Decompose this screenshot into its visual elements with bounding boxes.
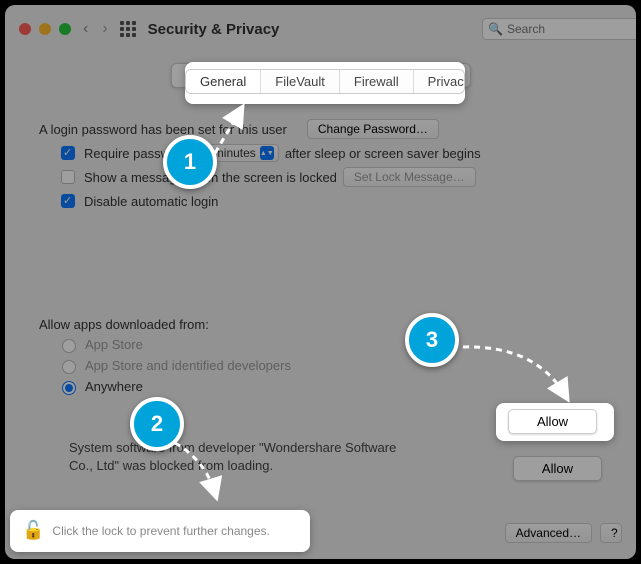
allow-apps-section: Allow apps downloaded from: App Store Ap… — [39, 313, 602, 399]
zoom-window-icon[interactable] — [59, 23, 71, 35]
allow-identified-label: App Store and identified developers — [85, 358, 291, 373]
show-message-checkbox[interactable] — [61, 170, 75, 184]
general-content: A login password has been set for this u… — [39, 115, 602, 215]
toolbar: ‹ › Security & Privacy 🔍 — [5, 5, 636, 53]
search-icon: 🔍 — [488, 22, 503, 36]
nav-buttons: ‹ › — [83, 20, 108, 38]
select-arrows-icon: ▲▼ — [260, 146, 274, 160]
search-input[interactable] — [482, 18, 636, 40]
tab-filevault-hl[interactable]: FileVault — [261, 70, 340, 93]
preferences-window: ‹ › Security & Privacy 🔍 General FileVau… — [5, 5, 636, 559]
forward-icon[interactable]: › — [102, 20, 107, 38]
lock-text-hl: Click the lock to prevent further change… — [52, 524, 269, 538]
window-controls — [19, 23, 71, 35]
require-password-label-post: after sleep or screen saver begins — [285, 146, 481, 161]
allow-identified-radio[interactable] — [62, 360, 76, 374]
blocked-software-text: System software from developer "Wondersh… — [69, 439, 409, 475]
change-password-button[interactable]: Change Password… — [307, 119, 439, 139]
tab-general-hl[interactable]: General — [186, 70, 261, 93]
back-icon[interactable]: ‹ — [83, 20, 88, 38]
close-window-icon[interactable] — [19, 23, 31, 35]
pane-title: Security & Privacy — [148, 21, 470, 38]
step-badge-3: 3 — [405, 313, 459, 367]
highlight-allow: Allow — [496, 403, 614, 441]
allow-appstore-radio[interactable] — [62, 339, 76, 353]
require-password-checkbox[interactable] — [61, 146, 75, 160]
allow-apps-heading: Allow apps downloaded from: — [39, 317, 209, 332]
allow-anywhere-label: Anywhere — [85, 379, 143, 394]
allow-button-hl[interactable]: Allow — [508, 409, 597, 434]
lock-icon-hl: 🔓 — [22, 520, 44, 541]
allow-anywhere-radio[interactable] — [62, 381, 76, 395]
advanced-button[interactable]: Advanced… — [505, 523, 592, 543]
tab-privacy-hl[interactable]: Privacy — [414, 70, 465, 93]
allow-appstore-label: App Store — [85, 337, 143, 352]
login-password-text: A login password has been set for this u… — [39, 122, 287, 137]
search-field-wrap: 🔍 — [482, 18, 622, 40]
minimize-window-icon[interactable] — [39, 23, 51, 35]
set-lock-message-button[interactable]: Set Lock Message… — [343, 167, 476, 187]
show-all-icon[interactable] — [120, 21, 136, 37]
help-button[interactable]: ? — [600, 523, 622, 543]
disable-auto-login-checkbox[interactable] — [61, 194, 75, 208]
tab-firewall-hl[interactable]: Firewall — [340, 70, 414, 93]
step-badge-2: 2 — [130, 397, 184, 451]
highlight-tabs: General FileVault Firewall Privacy — [185, 62, 465, 104]
highlight-lock: 🔓 Click the lock to prevent further chan… — [10, 510, 310, 552]
disable-auto-login-label: Disable automatic login — [84, 194, 218, 209]
step-badge-1: 1 — [163, 135, 217, 189]
allow-button[interactable]: Allow — [513, 456, 602, 481]
